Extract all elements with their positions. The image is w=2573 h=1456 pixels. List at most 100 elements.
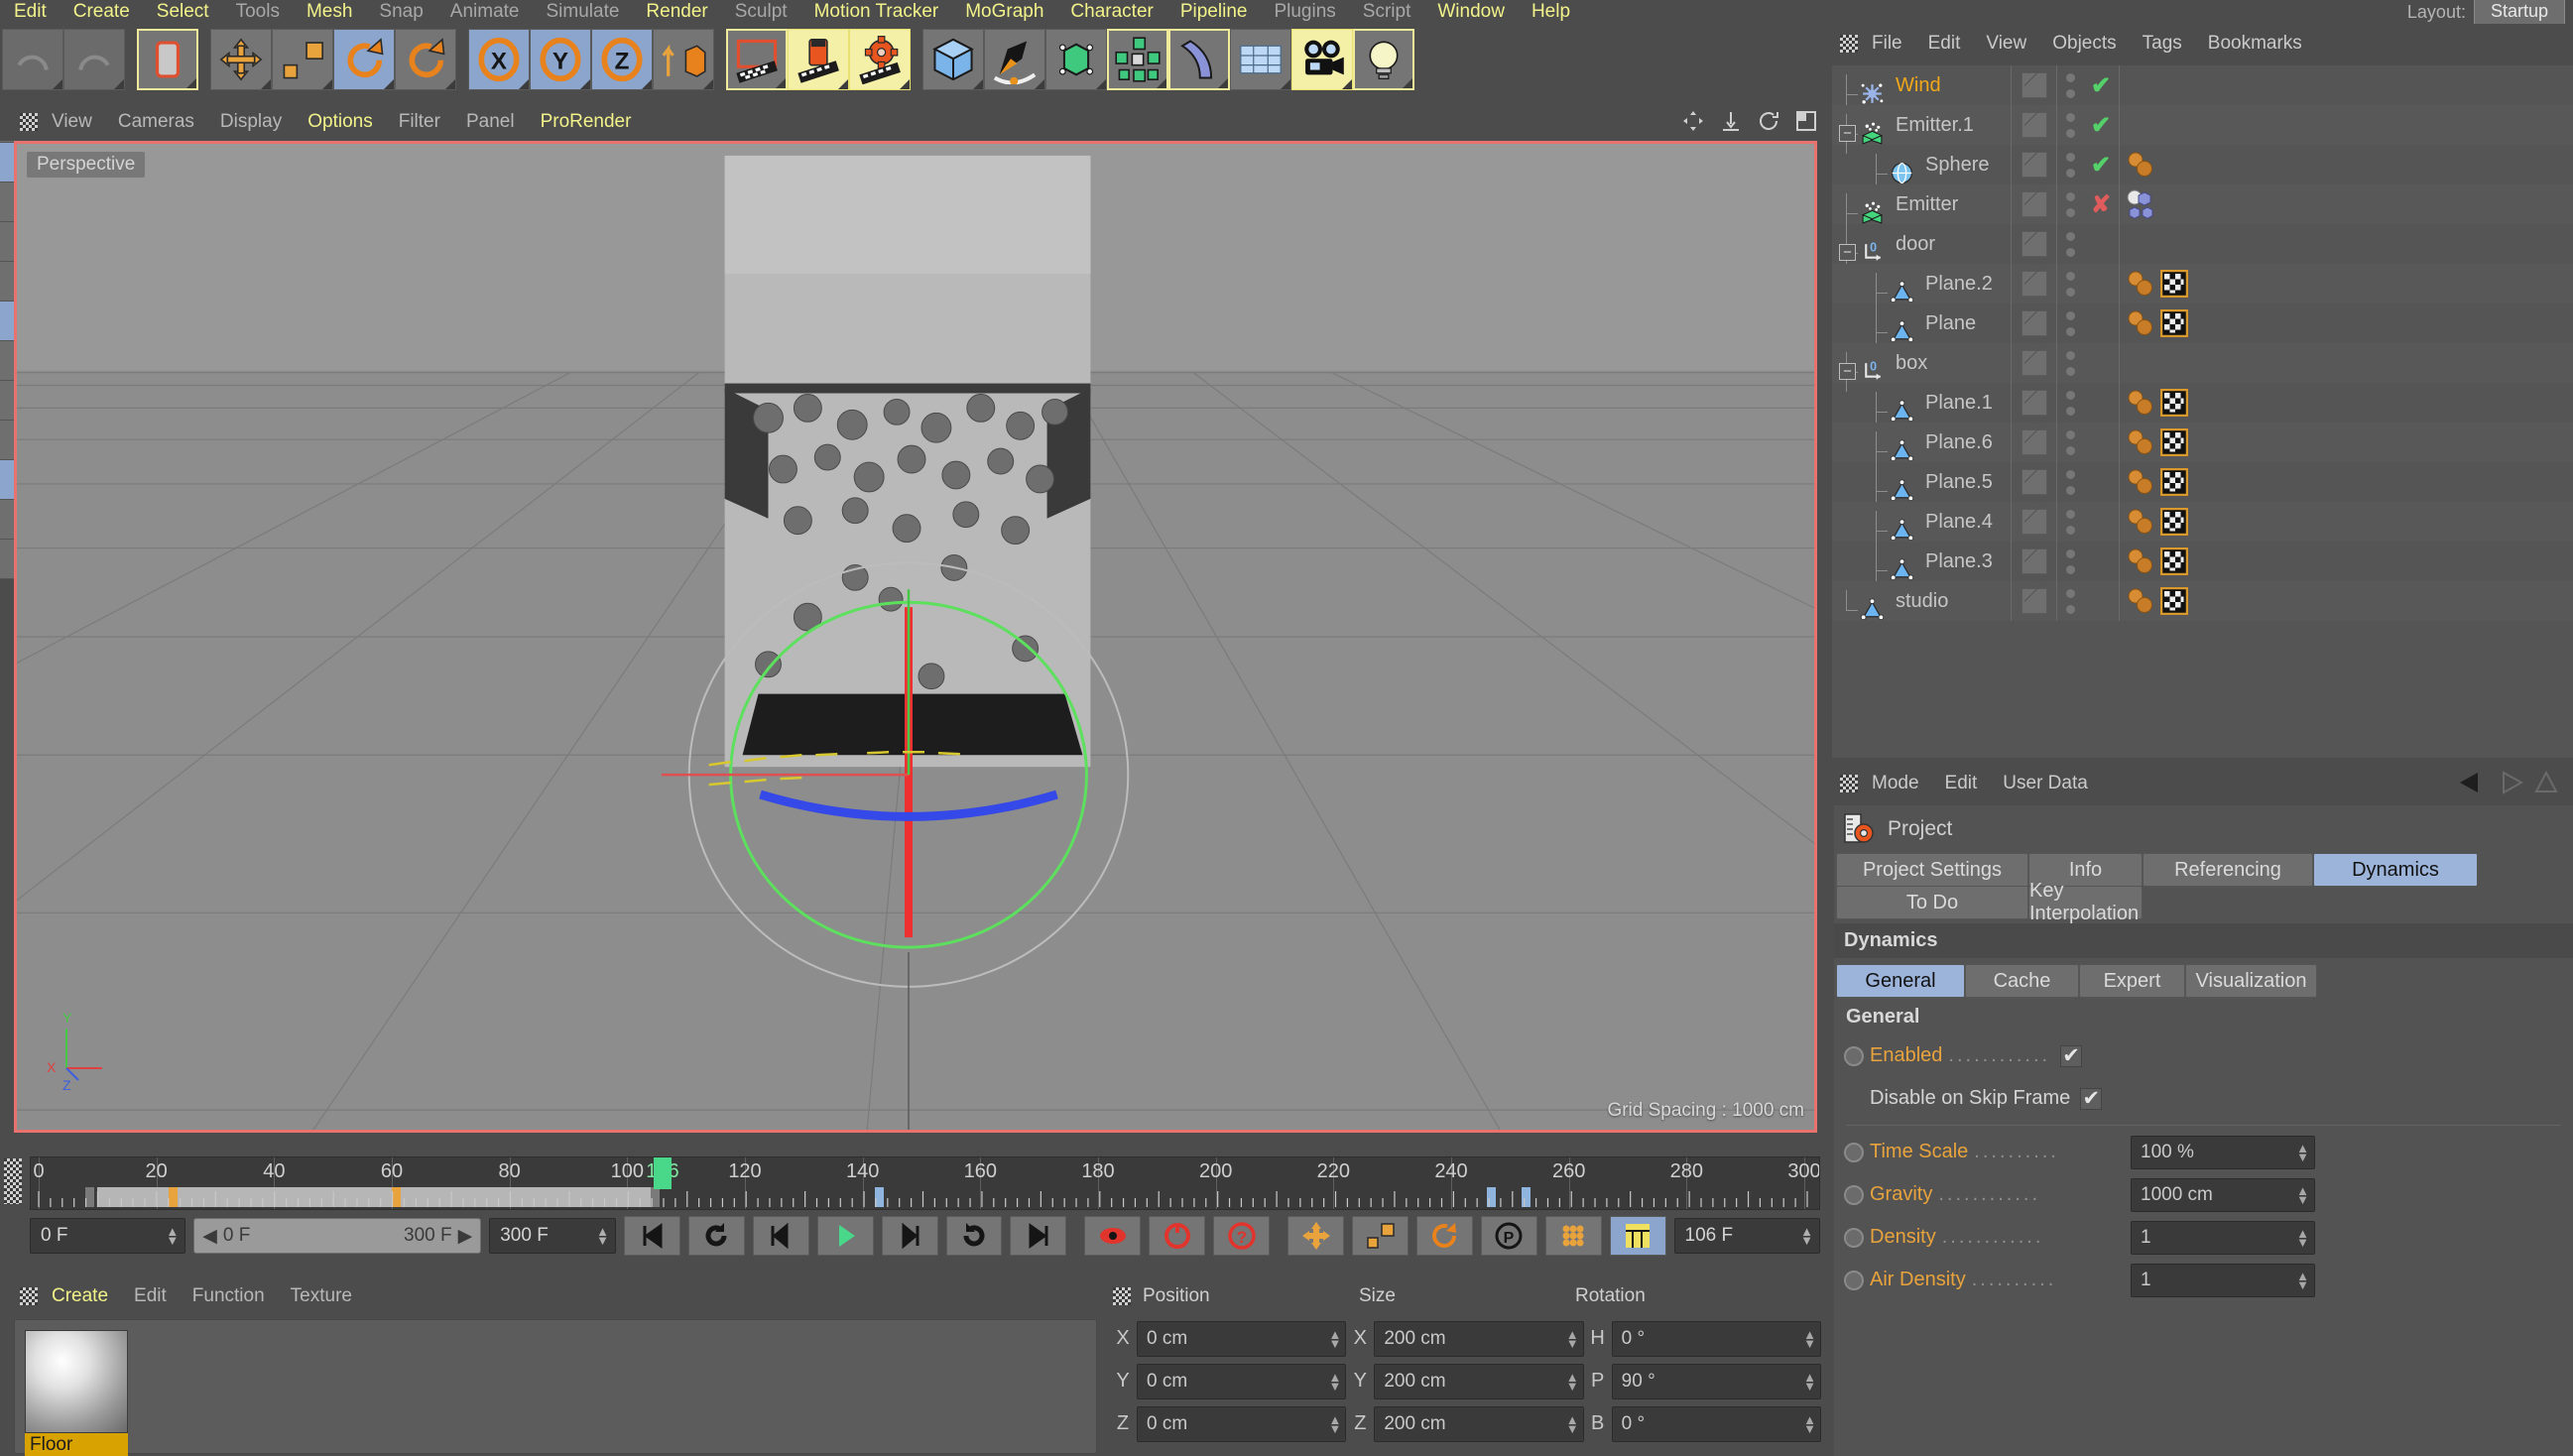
visibility-dots-cell[interactable]: [2011, 542, 2057, 581]
visibility-toggle-dots[interactable]: [2057, 184, 2083, 224]
editor-visible-dot[interactable]: [2065, 548, 2075, 558]
expand-collapse-toggle[interactable]: −: [1839, 124, 1856, 142]
toolbar-flyout-marker[interactable]: [703, 79, 713, 89]
editor-visible-dot[interactable]: [2065, 72, 2075, 82]
material-menu-function[interactable]: Function: [192, 1285, 265, 1307]
toolbar-flyout-marker[interactable]: [1403, 78, 1412, 88]
dolly-view-icon[interactable]: [1719, 109, 1743, 133]
texture-tag-icon[interactable]: [2160, 547, 2188, 575]
menu-item-plugins[interactable]: Plugins: [1274, 1, 1335, 23]
object-menu-bookmarks[interactable]: Bookmarks: [2208, 33, 2302, 55]
menu-item-window[interactable]: Window: [1437, 1, 1505, 23]
object-label[interactable]: Plane: [1925, 312, 1976, 335]
forward-arrow-icon[interactable]: [2494, 770, 2527, 795]
menu-item-script[interactable]: Script: [1363, 1, 1411, 23]
toolbar-flyout-marker[interactable]: [1157, 78, 1166, 88]
menu-item-animate[interactable]: Animate: [450, 1, 520, 23]
visibility-toggle-dots[interactable]: [2057, 145, 2083, 184]
subtab-visualization[interactable]: Visualization: [2185, 964, 2317, 998]
texture-tag-icon[interactable]: [2160, 389, 2188, 417]
object-label[interactable]: Plane.6: [1925, 431, 1993, 454]
x-axis-lock-button[interactable]: X: [468, 29, 530, 90]
object-row-plane[interactable]: Plane: [1832, 303, 2573, 352]
rotation-key-button[interactable]: [1415, 1216, 1473, 1256]
coord-size-z-field[interactable]: 200 cm ▲ ▼: [1374, 1405, 1584, 1442]
toolbar-flyout-marker[interactable]: [114, 79, 124, 89]
object-label[interactable]: Emitter: [1896, 193, 1958, 216]
editor-visible-dot[interactable]: [2065, 390, 2075, 400]
object-row-plane-6[interactable]: Plane.6: [1832, 423, 2573, 471]
visibility-dots-cell[interactable]: [2011, 184, 2057, 224]
attribute-menu-user-data[interactable]: User Data: [2003, 773, 2088, 794]
object-name-cell[interactable]: Plane.3: [1832, 549, 2011, 590]
visibility-toggle-dots[interactable]: [2057, 343, 2083, 383]
dynamics-body-tag-icon[interactable]: [2126, 586, 2155, 616]
y-axis-lock-button[interactable]: Y: [530, 29, 591, 90]
object-enable-indicator[interactable]: ✔: [2083, 111, 2119, 140]
editor-visible-dot[interactable]: [2065, 231, 2075, 241]
bend-deformer-button[interactable]: [1168, 29, 1230, 90]
dynamics-body-tag-icon[interactable]: [2126, 150, 2155, 180]
render-region-button[interactable]: [788, 29, 849, 90]
object-tree[interactable]: Wind ✔ − Emitter.1 ✔ Sphere ✔ Emitter ✘ −0 door Pla…: [1832, 65, 2573, 758]
layout-dropdown[interactable]: Startup: [2473, 0, 2565, 25]
property-stepper[interactable]: ▲ ▼: [2296, 1184, 2309, 1206]
animate-parameter-toggle[interactable]: [1844, 1045, 1864, 1066]
stepper[interactable]: ▲ ▼: [1566, 1371, 1579, 1393]
material-item[interactable]: Floor: [25, 1330, 128, 1456]
end-frame-field[interactable]: 300 F ▲ ▼: [489, 1218, 617, 1254]
visibility-dots-cell[interactable]: [2011, 423, 2057, 462]
preview-range-bar[interactable]: ◀ 0 F 300 F ▶: [193, 1218, 482, 1254]
property-stepper[interactable]: ▲ ▼: [2296, 1227, 2309, 1249]
play-button[interactable]: [816, 1216, 874, 1256]
object-row-sphere[interactable]: Sphere ✔: [1832, 145, 2573, 193]
object-menu-view[interactable]: View: [1986, 33, 2026, 55]
viewport-menu-prorender[interactable]: ProRender: [541, 111, 632, 133]
object-enable-indicator[interactable]: ✔: [2083, 151, 2119, 180]
menu-item-simulate[interactable]: Simulate: [547, 1, 620, 23]
object-name-cell[interactable]: −0 door: [1832, 232, 2011, 273]
property-checkbox[interactable]: ✔: [2080, 1087, 2103, 1110]
coord-rotation-p-field[interactable]: 90 ° ▲ ▼: [1611, 1363, 1821, 1399]
panel-grip-icon[interactable]: [20, 113, 38, 131]
object-name-cell[interactable]: Plane: [1832, 311, 2011, 352]
editor-visibility-icon[interactable]: [2021, 390, 2047, 416]
object-row-door[interactable]: −0 door: [1832, 224, 2573, 273]
editor-visibility-icon[interactable]: [2021, 310, 2047, 336]
texture-tag-icon[interactable]: [2160, 270, 2188, 298]
visibility-dots-cell[interactable]: [2011, 502, 2057, 542]
editor-visible-dot[interactable]: [2065, 509, 2075, 519]
stepper[interactable]: ▲ ▼: [1803, 1371, 1816, 1393]
visibility-dots-cell[interactable]: [2011, 224, 2057, 264]
object-label[interactable]: Plane.4: [1925, 511, 1993, 534]
render-visible-dot[interactable]: [2065, 168, 2075, 178]
panel-grip-icon[interactable]: [1840, 35, 1858, 53]
editor-visibility-icon[interactable]: [2021, 231, 2047, 257]
coord-size-x-field[interactable]: 200 cm ▲ ▼: [1374, 1320, 1584, 1357]
toolbar-flyout-marker[interactable]: [776, 78, 786, 88]
stepper[interactable]: ▲ ▼: [1803, 1328, 1816, 1350]
pla-key-button[interactable]: [1544, 1216, 1602, 1256]
dynamics-body-tag-icon[interactable]: [2126, 467, 2155, 497]
property-value-field[interactable]: 100 % ▲ ▼: [2131, 1135, 2315, 1169]
render-visible-dot[interactable]: [2065, 207, 2075, 217]
menu-item-sculpt[interactable]: Sculpt: [735, 1, 788, 23]
panel-grip-icon[interactable]: [1113, 1287, 1131, 1305]
visibility-dots-cell[interactable]: [2011, 303, 2057, 343]
property-value-field[interactable]: 1 ▲ ▼: [2131, 1220, 2315, 1255]
stepper[interactable]: ▲ ▼: [1328, 1413, 1341, 1435]
timeline-toggle-button[interactable]: [1609, 1216, 1666, 1256]
coord-rotation-h-field[interactable]: 0 ° ▲ ▼: [1611, 1320, 1821, 1357]
object-label[interactable]: Sphere: [1925, 154, 1990, 177]
object-tags-cell[interactable]: [2119, 581, 2573, 621]
object-enable-indicator[interactable]: ✘: [2083, 190, 2119, 219]
menu-item-mograph[interactable]: MoGraph: [965, 1, 1043, 23]
menu-item-mesh[interactable]: Mesh: [306, 1, 352, 23]
object-name-cell[interactable]: Plane.6: [1832, 430, 2011, 471]
toolbar-flyout-marker[interactable]: [1035, 79, 1044, 89]
object-name-cell[interactable]: Plane.2: [1832, 272, 2011, 312]
animate-parameter-toggle[interactable]: [1844, 1270, 1864, 1290]
coord-position-x-field[interactable]: 0 cm ▲ ▼: [1137, 1320, 1347, 1357]
object-tags-cell[interactable]: [2119, 542, 2573, 581]
particle-geometry-tag-icon[interactable]: [2126, 188, 2165, 220]
